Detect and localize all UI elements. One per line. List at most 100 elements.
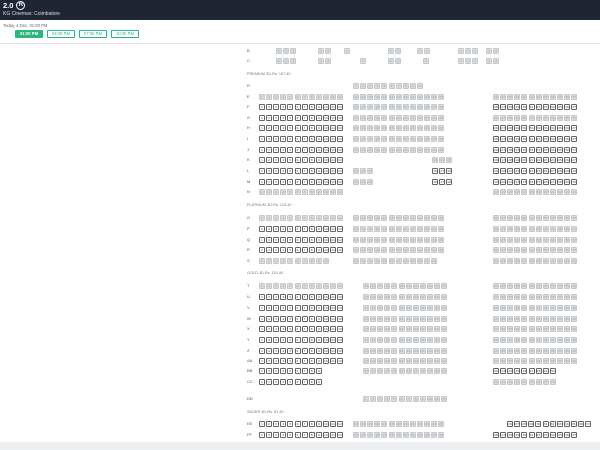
seat[interactable]: 23 — [521, 179, 528, 185]
showtime-button[interactable]: 04:30 PM — [47, 30, 75, 38]
seat[interactable]: 3 — [273, 179, 280, 185]
seat[interactable]: 1 — [259, 337, 265, 343]
seat[interactable]: 6 — [294, 348, 301, 354]
seat[interactable]: 12 — [337, 247, 344, 253]
seat[interactable]: 4 — [280, 147, 287, 153]
seat[interactable]: 28 — [521, 421, 528, 427]
seat[interactable]: 3 — [273, 379, 280, 385]
seat[interactable]: 7 — [301, 157, 308, 163]
seat[interactable]: 3 — [273, 326, 280, 332]
seat[interactable]: 4 — [280, 316, 287, 322]
seat[interactable]: 4 — [280, 337, 287, 343]
seat[interactable]: 35 — [556, 125, 563, 131]
seat[interactable]: 6 — [294, 104, 301, 110]
seat[interactable]: 4 — [280, 368, 287, 374]
seat[interactable]: 23 — [542, 157, 549, 163]
seat[interactable]: 12 — [337, 326, 344, 332]
seat[interactable]: 19 — [493, 179, 499, 185]
seat[interactable]: 6 — [294, 379, 301, 385]
seat[interactable]: 3 — [273, 294, 280, 300]
seat[interactable]: 1 — [259, 115, 265, 121]
seat[interactable]: 8 — [308, 294, 315, 300]
seat[interactable]: 7 — [301, 316, 308, 322]
seat[interactable]: 11 — [330, 147, 336, 153]
seat[interactable]: 3 — [273, 368, 280, 374]
seat[interactable]: 4 — [280, 305, 287, 311]
seat[interactable]: 1 — [259, 326, 265, 332]
seat[interactable]: 1 — [259, 316, 265, 322]
seat[interactable]: 16 — [432, 168, 438, 174]
seat[interactable]: 10 — [322, 226, 329, 232]
seat[interactable]: 1 — [259, 294, 265, 300]
seat[interactable]: 5 — [287, 226, 294, 232]
seat[interactable]: 2 — [266, 348, 273, 354]
seat[interactable]: 10 — [322, 247, 329, 253]
seat[interactable]: 2 — [266, 125, 273, 131]
seat[interactable]: 12 — [337, 316, 344, 322]
seat[interactable]: 30 — [535, 421, 542, 427]
seat[interactable]: 26 — [493, 125, 499, 131]
seat[interactable]: 25 — [535, 168, 542, 174]
seat[interactable]: 31 — [528, 147, 535, 153]
seat[interactable]: 11 — [330, 168, 336, 174]
seat[interactable]: 7 — [301, 168, 308, 174]
seat[interactable]: 8 — [308, 147, 315, 153]
seat[interactable]: 8 — [308, 326, 315, 332]
seat[interactable]: 5 — [287, 368, 294, 374]
seat[interactable]: 8 — [308, 226, 315, 232]
seat[interactable]: 12 — [337, 136, 344, 142]
seat[interactable]: 12 — [337, 115, 344, 121]
seat[interactable]: 3 — [273, 157, 280, 163]
seat[interactable]: 6 — [294, 237, 301, 243]
seat[interactable]: 4 — [280, 326, 287, 332]
seat[interactable]: 9 — [315, 358, 322, 364]
seat[interactable]: 5 — [287, 358, 294, 364]
seat[interactable]: 34 — [549, 147, 556, 153]
seat[interactable]: 5 — [287, 432, 294, 438]
seat[interactable]: 11 — [330, 136, 336, 142]
seat[interactable]: 28 — [507, 147, 514, 153]
seat[interactable]: 4 — [280, 226, 287, 232]
seat[interactable]: 11 — [330, 104, 336, 110]
seat[interactable]: 25 — [556, 157, 563, 163]
seat[interactable]: 9 — [315, 432, 322, 438]
seat[interactable]: 5 — [287, 115, 294, 121]
seat[interactable]: 2 — [266, 316, 273, 322]
seat[interactable]: 27 — [549, 168, 556, 174]
seat[interactable]: 2 — [266, 237, 273, 243]
seat[interactable]: 7 — [301, 326, 308, 332]
seat[interactable]: 34 — [549, 125, 556, 131]
seat[interactable]: 27 — [571, 157, 578, 163]
seat[interactable]: 7 — [301, 379, 308, 385]
seat[interactable]: 8 — [308, 379, 315, 385]
seat[interactable]: 18 — [446, 179, 453, 185]
seat[interactable]: 37 — [571, 125, 578, 131]
seat[interactable]: 29 — [514, 136, 521, 142]
seat[interactable]: 10 — [322, 115, 329, 121]
seat[interactable]: 9 — [315, 379, 322, 385]
seat[interactable]: 27 — [549, 179, 556, 185]
seat[interactable]: 21 — [507, 168, 514, 174]
seat[interactable]: 2 — [266, 115, 273, 121]
seat[interactable]: 31 — [528, 432, 535, 438]
seat[interactable]: 29 — [564, 168, 570, 174]
seat[interactable]: 32 — [535, 125, 542, 131]
seat[interactable]: 7 — [301, 125, 308, 131]
seat[interactable]: 32 — [535, 104, 542, 110]
seat[interactable]: 29 — [514, 104, 521, 110]
seat[interactable]: 11 — [330, 125, 336, 131]
seat[interactable]: 9 — [315, 125, 322, 131]
seat[interactable]: 10 — [322, 104, 329, 110]
seat[interactable]: 18 — [507, 157, 514, 163]
seat[interactable]: 8 — [308, 125, 315, 131]
seat[interactable]: 7 — [301, 421, 308, 427]
seat[interactable]: 7 — [301, 348, 308, 354]
seat[interactable]: 4 — [280, 432, 287, 438]
seat[interactable]: 2 — [266, 294, 273, 300]
seat[interactable]: 6 — [294, 305, 301, 311]
seat[interactable]: 10 — [322, 125, 329, 131]
seat[interactable]: 8 — [308, 136, 315, 142]
seat[interactable]: 23 — [521, 168, 528, 174]
seat[interactable]: 10 — [322, 305, 329, 311]
seat[interactable]: 11 — [330, 432, 336, 438]
